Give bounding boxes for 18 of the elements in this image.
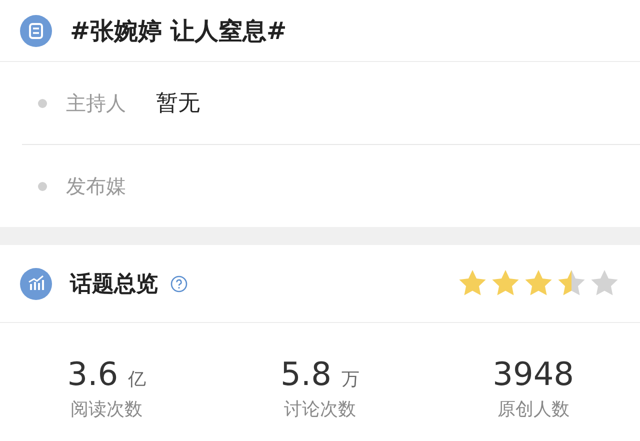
stat-label: 阅读次数: [70, 398, 143, 421]
info-value: 暂无: [156, 90, 200, 118]
bullet-dot: [38, 98, 47, 108]
section-title: 话题总览: [70, 270, 158, 298]
list-icon: [20, 14, 52, 46]
help-icon[interactable]: [170, 274, 188, 292]
info-label: 主持人: [66, 90, 126, 116]
bullet-dot: [38, 182, 47, 190]
stat-value: 3948: [492, 355, 574, 393]
stat-value: 3.6: [67, 355, 118, 393]
stat-label: 讨论次数: [284, 398, 356, 421]
stat-unit: 亿: [128, 368, 146, 391]
info-label: 发布媒: [66, 172, 126, 200]
topic-title: #张婉婷 让人窒息#: [70, 16, 287, 46]
stat-label: 原创人数: [497, 398, 570, 421]
stat-unit: 万: [341, 368, 360, 391]
stat-value: 5.8: [280, 355, 332, 393]
chart-icon: [20, 268, 52, 300]
